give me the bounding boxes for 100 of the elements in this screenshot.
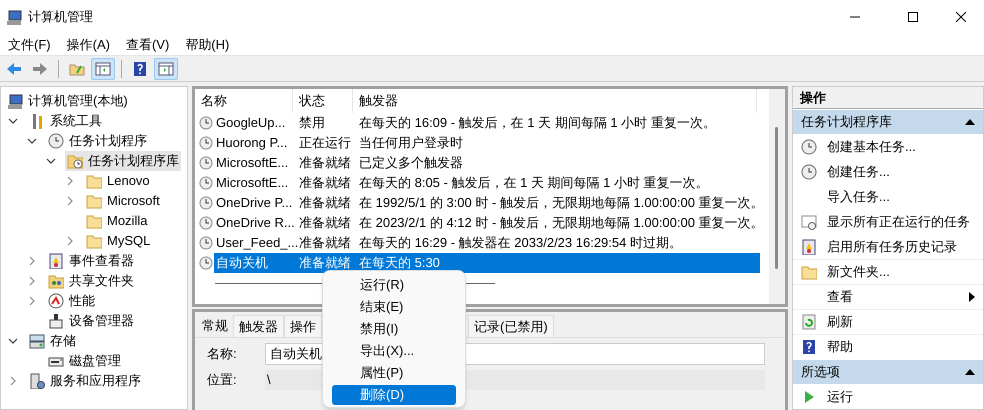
chevron-right-icon[interactable] [27, 256, 37, 266]
chevron-right-icon[interactable] [65, 176, 75, 186]
computer-icon [6, 9, 22, 25]
action-item[interactable]: 帮助 [793, 334, 983, 359]
table-row[interactable]: GoogleUp... 禁用 在每天的 16:09 - 触发后，在 1 天 期间每隔 1 小时 重复一次。 [214, 113, 760, 133]
folder-icon [86, 193, 102, 209]
chevron-right-icon[interactable] [27, 296, 37, 306]
column-header[interactable]: 状态 [293, 89, 353, 113]
pane-title: 操作 [793, 87, 983, 109]
menu-item[interactable]: 导出(X)... [332, 341, 456, 361]
table-row[interactable]: User_Feed_...准备就绪 在每天的 16:29 - 触发器在 2033/2/23 16:29:54 时过期。 [214, 233, 760, 253]
chevron-down-icon[interactable] [8, 336, 18, 346]
device-icon [48, 313, 64, 329]
table-row[interactable]: 自动关机 准备就绪 在每天的 5:30 [214, 253, 760, 273]
log-icon [801, 238, 817, 254]
vertical-scrollbar[interactable] [769, 89, 785, 304]
table-row[interactable]: MicrosoftE... 准备就绪 在每天的 8:05 - 触发后，在 1 天 期间每隔 1 小时 重复一次。 [214, 173, 760, 193]
section-header[interactable]: 所选项 [793, 360, 983, 384]
tree-item[interactable]: Microsoft [84, 191, 162, 211]
chevron-right-icon[interactable] [8, 376, 18, 386]
tree-item[interactable]: 事件查看器 [46, 251, 136, 271]
storage-icon [29, 333, 45, 349]
panel-icon [158, 60, 174, 76]
clock-icon [48, 133, 64, 149]
menu-item[interactable]: 文件(F) [2, 34, 57, 54]
clock-icon [199, 196, 213, 210]
event-log-icon [48, 253, 64, 269]
tab[interactable]: 记录(已禁用) [468, 315, 554, 337]
maximize-icon [908, 12, 918, 22]
chevron-right-icon[interactable] [27, 276, 37, 286]
clock-icon [199, 256, 213, 270]
menu-item[interactable]: 删除(D) [332, 385, 456, 405]
clock-icon [199, 116, 213, 130]
tab[interactable]: 操作 [284, 315, 322, 337]
clock-icon [199, 216, 213, 230]
table-row[interactable]: OneDrive P... 准备就绪 在 1992/5/1 的 3:00 时 - 触发后，无限期地每隔 1.00:00:00 重复一次。 [214, 193, 760, 213]
field-label: 名称: [206, 345, 238, 364]
tree-item[interactable]: MySQL [84, 231, 152, 251]
folder-icon [86, 173, 102, 189]
table-row[interactable]: MicrosoftE... 准备就绪 已定义多个触发器 [214, 153, 760, 173]
chevron-down-icon[interactable] [46, 156, 56, 166]
action-item[interactable]: 运行 [793, 384, 983, 409]
table-row[interactable]: Huorong P... 正在运行 当任何用户登录时 [214, 133, 760, 153]
menu-item[interactable]: 禁用(I) [332, 319, 456, 339]
folder-icon [801, 264, 817, 280]
chevron-right-icon[interactable] [65, 196, 75, 206]
shared-folder-icon [48, 273, 64, 289]
tree-item[interactable]: 磁盘管理 [46, 351, 123, 371]
clock-icon [801, 164, 817, 180]
clock-icon [199, 136, 213, 150]
tree-item[interactable]: 服务和应用程序 [27, 371, 143, 391]
column-header[interactable]: 触发器 [353, 89, 757, 113]
close-icon [956, 12, 966, 22]
column-header[interactable]: 名称 [195, 89, 293, 113]
action-item[interactable]: 新文件夹... [793, 259, 983, 284]
chevron-down-icon[interactable] [27, 136, 37, 146]
tree-item[interactable]: 设备管理器 [46, 311, 136, 331]
tab[interactable]: 触发器 [233, 315, 284, 337]
action-item[interactable]: 创建任务... [793, 159, 983, 184]
folder-clock-icon [67, 153, 83, 169]
tree-item[interactable]: 系统工具 [27, 111, 104, 131]
tree-item[interactable]: 共享文件夹 [46, 271, 136, 291]
toolbar-button[interactable] [91, 58, 115, 80]
tree-item[interactable]: 任务计划程序库 [65, 151, 181, 171]
tree-item[interactable]: Lenovo [84, 171, 152, 191]
action-item[interactable]: 启用所有任务历史记录 [793, 234, 983, 259]
menu-item[interactable]: 查看(V) [120, 34, 176, 54]
tree-item[interactable]: 任务计划程序 [46, 131, 149, 151]
section-title: 任务计划程序库 [801, 113, 892, 132]
menu-item[interactable]: 运行(R) [332, 275, 456, 295]
chevron-right-icon[interactable] [65, 236, 75, 246]
refresh-icon [801, 314, 817, 330]
toolbar-button[interactable] [154, 58, 178, 80]
forward-arrow-icon [32, 60, 48, 76]
collapse-icon [965, 369, 975, 375]
menu-item[interactable]: 帮助(H) [179, 34, 236, 54]
action-item[interactable]: 刷新 [793, 309, 983, 334]
clock-icon [801, 138, 817, 154]
panel-icon [95, 60, 111, 76]
tree-item[interactable]: Mozilla [84, 211, 150, 231]
action-item[interactable]: 查看 [793, 284, 983, 309]
menu-item[interactable]: 结束(E) [332, 297, 456, 317]
collapse-icon [965, 119, 975, 125]
table-row[interactable]: OneDrive R... 准备就绪 在 2023/2/1 的 4:12 时 - 触发后，无限期地每隔 1.00:00:00 重复一次。 [214, 213, 760, 233]
tree-item[interactable]: 存储 [27, 331, 78, 351]
tree-item[interactable]: 性能 [46, 291, 97, 311]
tree-item[interactable]: 计算机管理(本地) [5, 91, 130, 111]
action-item[interactable]: 导入任务... [793, 184, 983, 209]
gauge-icon [48, 293, 64, 309]
action-item[interactable]: 创建基本任务... [793, 134, 983, 159]
folder-icon [86, 213, 102, 229]
folder-icon [86, 233, 102, 249]
menu-item[interactable]: 操作(A) [60, 34, 116, 54]
back-arrow-icon [6, 60, 22, 76]
clock-icon [199, 176, 213, 190]
chevron-down-icon[interactable] [8, 116, 18, 126]
section-header[interactable]: 任务计划程序库 [793, 110, 983, 134]
action-item[interactable]: 显示所有正在运行的任务 [793, 209, 983, 234]
computer-icon [7, 93, 23, 109]
section-title: 所选项 [801, 363, 840, 382]
